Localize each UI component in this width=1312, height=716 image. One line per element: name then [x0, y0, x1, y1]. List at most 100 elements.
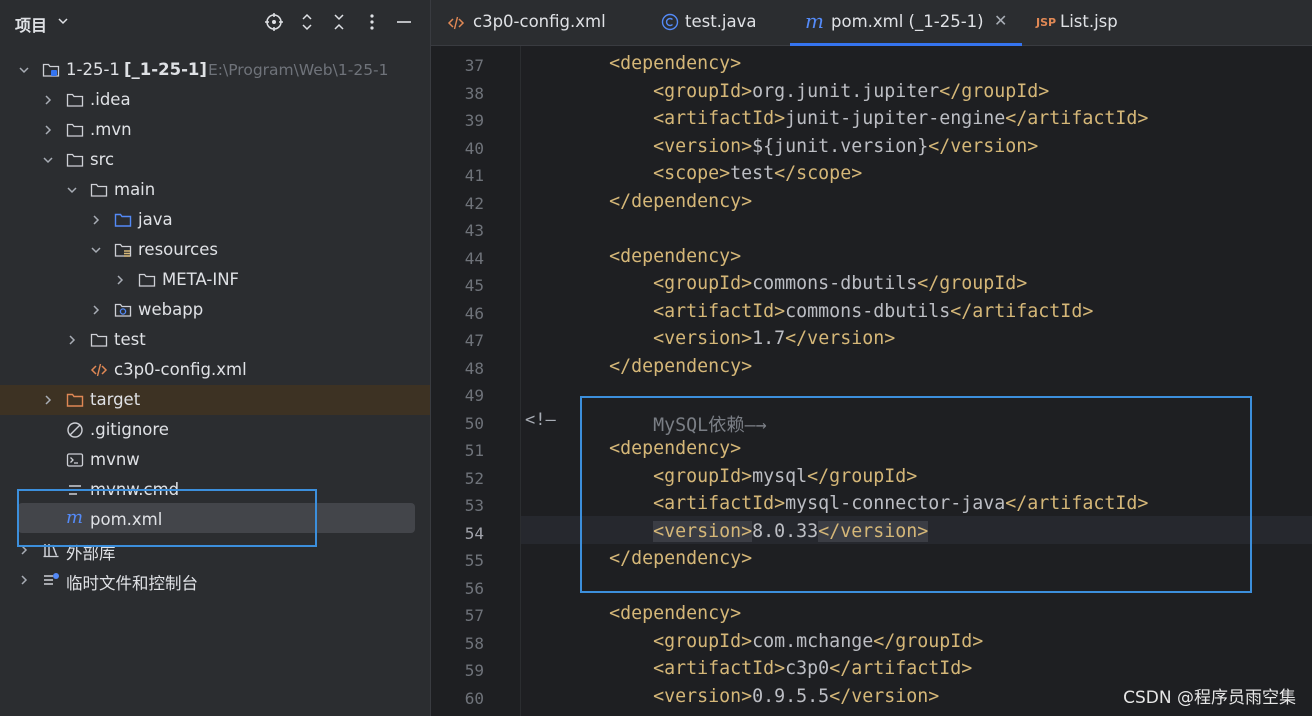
tab-label: List.jsp [1060, 12, 1118, 31]
collapse-all-icon[interactable] [329, 12, 349, 32]
line-number: 44 [464, 249, 484, 268]
code-line: <artifactId>c3p0</artifactId> [653, 658, 973, 679]
tab-label: test.java [685, 12, 757, 31]
line-number: 60 [464, 689, 484, 708]
chevron-right-icon[interactable] [114, 274, 126, 286]
tree-item-label: .gitignore [90, 420, 169, 439]
java-class-icon [661, 13, 679, 31]
tree-item-label: mvnw [90, 450, 140, 469]
chevron-down-icon[interactable] [90, 244, 102, 256]
chevron-down-icon[interactable] [56, 14, 70, 28]
code-line: <dependency> [609, 245, 742, 267]
tree-item-scratches[interactable]: 临时文件和控制台 [0, 565, 430, 595]
chevron-down-icon[interactable] [66, 184, 78, 196]
tree-item-gitignore[interactable]: .gitignore [0, 415, 430, 445]
code-line: <version>1.7</version> [653, 328, 896, 349]
tree-item-target[interactable]: target [0, 385, 430, 415]
line-number: 49 [464, 386, 484, 405]
tab-pom-xml[interactable]: m pom.xml (_1-25-1) ✕ [790, 0, 1022, 46]
jsp-file-icon: JSP [1036, 16, 1057, 29]
chevron-right-icon[interactable] [66, 334, 78, 346]
tree-item-label: main [114, 180, 156, 199]
line-number: 50 [464, 414, 484, 433]
line-number: 57 [464, 606, 484, 625]
line-number: 41 [464, 166, 484, 185]
shell-file-icon [66, 453, 84, 467]
module-path-hint: E:\Program\Web\1-25-1 [208, 61, 389, 79]
code-area[interactable]: <dependency> <groupId>org.junit.jupiter<… [521, 46, 1312, 716]
code-line: </dependency> [609, 355, 753, 377]
code-line: <scope>test</scope> [653, 163, 863, 184]
line-number: 37 [464, 56, 484, 75]
resources-folder-icon [114, 243, 132, 257]
tree-item-src[interactable]: src [0, 145, 430, 175]
tab-test-java[interactable]: test.java [659, 0, 789, 46]
line-number: 42 [464, 194, 484, 213]
chevron-right-icon[interactable] [42, 124, 54, 136]
editor: c3p0-config.xml test.java m pom.xml (_1-… [430, 0, 1312, 716]
line-number: 47 [464, 331, 484, 350]
chevron-right-icon[interactable] [42, 394, 54, 406]
tree-item-module-root[interactable]: 1-25-1 [_1-25-1] E:\Program\Web\1-25-1 [0, 55, 430, 85]
tree-item-meta-inf[interactable]: META-INF [0, 265, 430, 295]
ignore-file-icon [67, 422, 83, 438]
tab-bar: c3p0-config.xml test.java m pom.xml (_1-… [431, 0, 1312, 46]
project-panel-header: 项目 [0, 0, 430, 46]
tab-list-jsp[interactable]: JSP List.jsp [1036, 0, 1146, 46]
chevron-right-icon[interactable] [42, 94, 54, 106]
xml-file-icon [447, 16, 465, 30]
line-number: 39 [464, 111, 484, 130]
xml-file-icon [90, 363, 108, 377]
tree-item-java[interactable]: java [0, 205, 430, 235]
expand-all-icon[interactable] [297, 12, 317, 32]
folder-icon [66, 93, 84, 107]
tree-item-label: test [114, 330, 146, 349]
minimize-icon[interactable] [394, 12, 414, 32]
tree-item-label: c3p0-config.xml [114, 360, 247, 379]
line-number: 46 [464, 304, 484, 323]
line-number: 55 [464, 551, 484, 570]
crosshair-icon[interactable] [264, 12, 284, 32]
tree-item-mvnw[interactable]: mvnw [0, 445, 430, 475]
tab-label: pom.xml (_1-25-1) [831, 12, 984, 31]
annotation-box-mysql-dependency [580, 396, 1252, 593]
tree-item-c3p0-config[interactable]: c3p0-config.xml [0, 355, 430, 385]
panel-title[interactable]: 项目 [15, 12, 47, 36]
module-name-label: [_1-25-1] [124, 60, 207, 79]
tree-item-webapp[interactable]: webapp [0, 295, 430, 325]
tree-item-label: .mvn [90, 120, 132, 139]
tree-item-main[interactable]: main [0, 175, 430, 205]
module-folder-icon [42, 63, 60, 77]
line-number: 40 [464, 139, 484, 158]
folder-icon [90, 183, 108, 197]
tree-item-mvn[interactable]: .mvn [0, 115, 430, 145]
code-line: <version>0.9.5.5</version> [653, 685, 940, 707]
chevron-right-icon[interactable] [90, 304, 102, 316]
line-number: 58 [464, 634, 484, 653]
folder-icon [66, 123, 84, 137]
source-folder-icon [114, 213, 132, 227]
tree-item-label: .idea [90, 90, 131, 109]
chevron-down-icon[interactable] [42, 154, 54, 166]
tree-item-label: 1-25-1 [66, 60, 120, 79]
code-line: <groupId>commons-dbutils</groupId> [653, 273, 1028, 294]
tab-label: c3p0-config.xml [473, 12, 606, 31]
chevron-right-icon[interactable] [90, 214, 102, 226]
code-line: <dependency> [609, 53, 742, 74]
chevron-right-icon[interactable] [18, 574, 30, 586]
tree-item-label: java [138, 210, 173, 229]
tab-c3p0-config[interactable]: c3p0-config.xml [445, 0, 645, 46]
folder-icon [66, 153, 84, 167]
annotation-box-pom [17, 489, 317, 547]
line-number: 56 [464, 579, 484, 598]
more-icon[interactable] [362, 12, 382, 32]
line-number: 52 [464, 469, 484, 488]
tree-item-label: META-INF [162, 270, 240, 289]
tree-item-resources[interactable]: resources [0, 235, 430, 265]
close-icon[interactable]: ✕ [994, 11, 1007, 30]
tree-item-idea[interactable]: .idea [0, 85, 430, 115]
chevron-down-icon[interactable] [18, 64, 30, 76]
tree-item-test[interactable]: test [0, 325, 430, 355]
line-number: 53 [464, 496, 484, 515]
line-number: 38 [464, 84, 484, 103]
